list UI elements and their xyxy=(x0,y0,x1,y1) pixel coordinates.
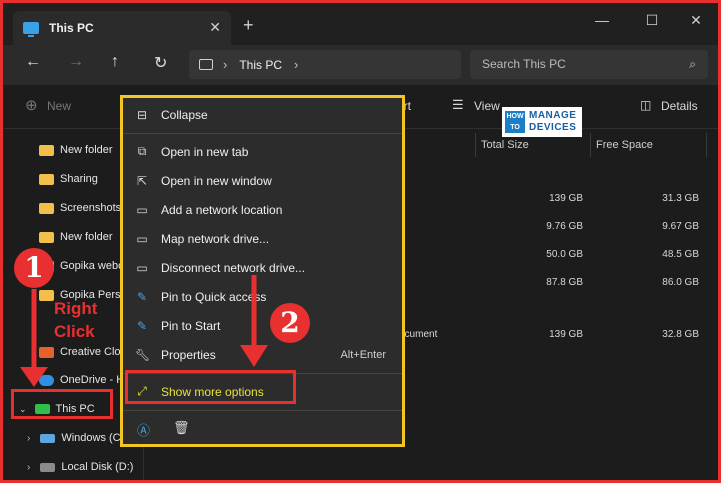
arrow-1-head xyxy=(20,367,48,387)
arrow-2-head xyxy=(240,345,268,367)
explorer-window: This PC ✕ + — ☐ ✕ ← → ↑ ↻ › This PC › Se… xyxy=(3,3,718,480)
annotation-arrows xyxy=(20,275,268,387)
